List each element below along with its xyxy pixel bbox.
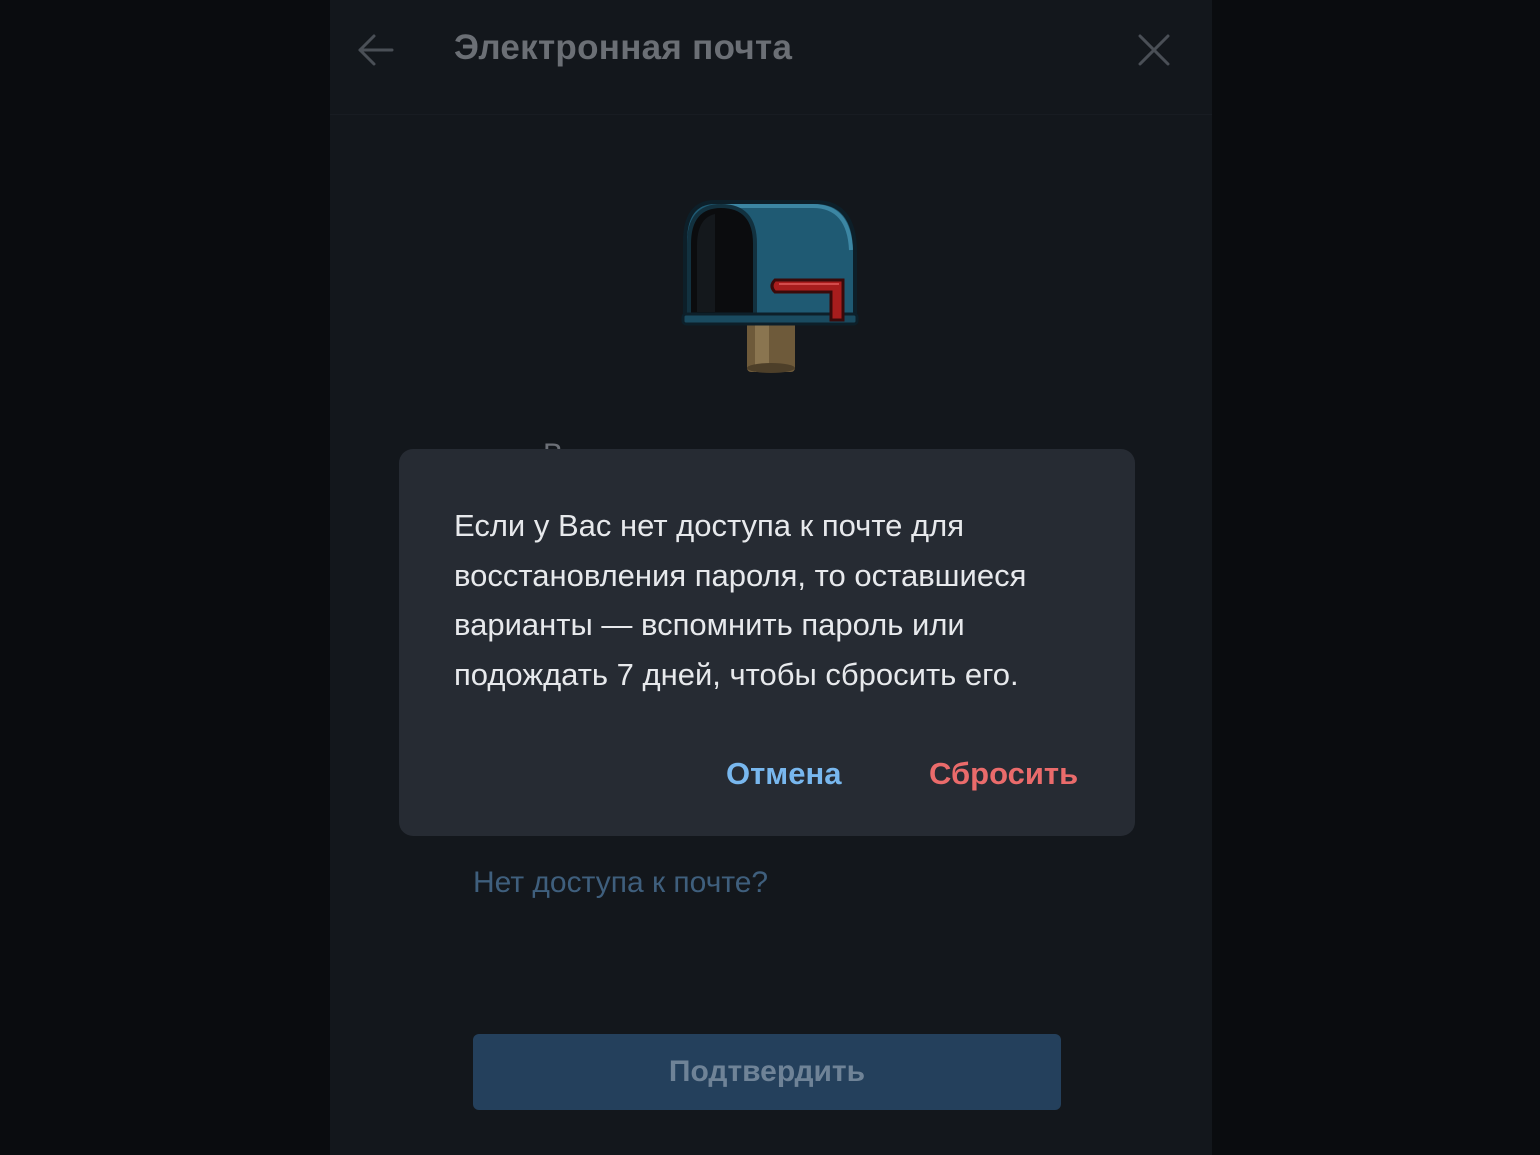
page-title: Электронная почта	[454, 28, 793, 67]
cancel-button[interactable]: Отмена	[726, 756, 841, 792]
dialog-actions: Отмена Сбросить	[399, 751, 1135, 801]
confirm-button[interactable]: Подтвердить	[473, 1034, 1061, 1110]
arrow-left-icon[interactable]	[354, 28, 398, 72]
reset-button[interactable]: Сбросить	[929, 756, 1078, 792]
panel-header: Электронная почта	[330, 0, 1212, 115]
page: Электронная почта Нет доступа к почте? П…	[0, 0, 1540, 1155]
reset-password-dialog: Если у Вас нет доступа к почте для восст…	[399, 449, 1135, 836]
mailbox-icon	[675, 192, 865, 377]
no-email-access-link[interactable]: Нет доступа к почте?	[473, 866, 768, 900]
close-icon[interactable]	[1132, 28, 1176, 72]
dialog-message: Если у Вас нет доступа к почте для восст…	[454, 508, 1027, 692]
